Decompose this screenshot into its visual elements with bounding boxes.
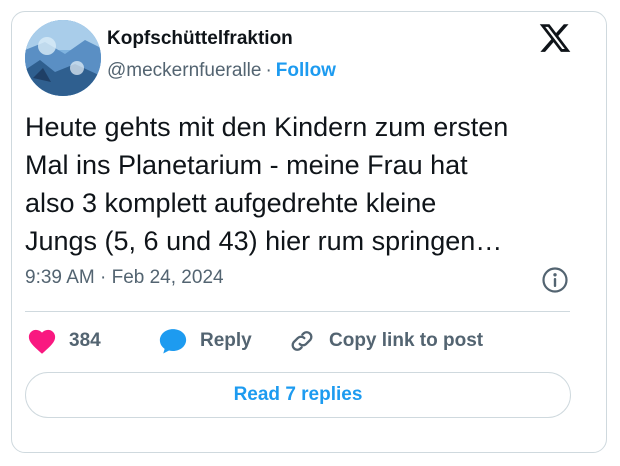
avatar[interactable] (25, 20, 101, 96)
handle-separator: · (265, 60, 272, 81)
divider (25, 311, 570, 312)
tweet-text: Heute gehts mit den Kindern zum ersten M… (25, 112, 509, 256)
like-button[interactable]: 384 (27, 323, 101, 359)
author-handle[interactable]: @meckernfueralle (107, 60, 261, 81)
copy-link-button[interactable]: Copy link to post (287, 323, 483, 359)
read-replies-button[interactable]: Read 7 replies (25, 372, 571, 418)
handle-row: @meckernfueralle · Follow (107, 60, 336, 82)
reply-button[interactable]: Reply (158, 323, 252, 359)
speech-bubble-icon (159, 329, 187, 354)
follow-button[interactable]: Follow (276, 60, 336, 81)
author-name[interactable]: Kopfschüttelfraktion (107, 28, 293, 50)
heart-icon (28, 329, 56, 354)
reply-label: Reply (200, 330, 252, 351)
timestamp[interactable]: 9:39 AM · Feb 24, 2024 (25, 267, 224, 289)
info-icon[interactable] (541, 266, 569, 294)
link-icon (291, 331, 313, 351)
x-logo-icon[interactable] (537, 21, 573, 55)
like-count: 384 (69, 330, 101, 351)
avatar-image (25, 20, 101, 96)
action-bar: 384 Reply Copy link to post (25, 323, 575, 359)
copy-link-label: Copy link to post (329, 330, 484, 351)
